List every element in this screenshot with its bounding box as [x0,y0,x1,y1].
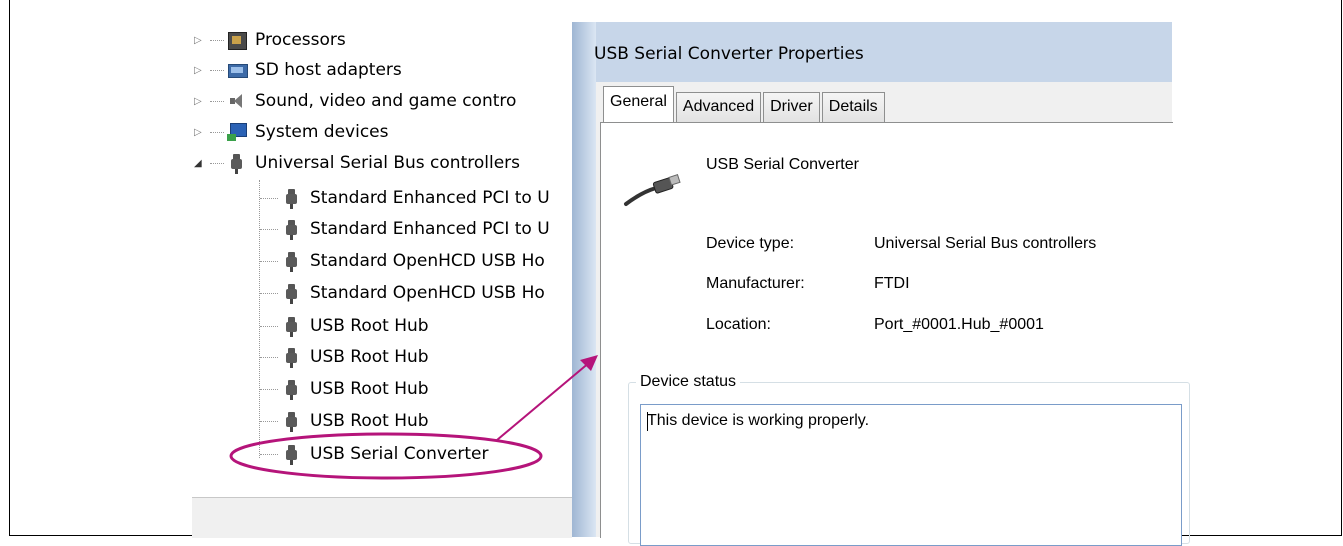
annotation-arrow [496,361,591,441]
annotation-overlay [229,355,598,480]
annotation-ellipse [229,432,543,480]
